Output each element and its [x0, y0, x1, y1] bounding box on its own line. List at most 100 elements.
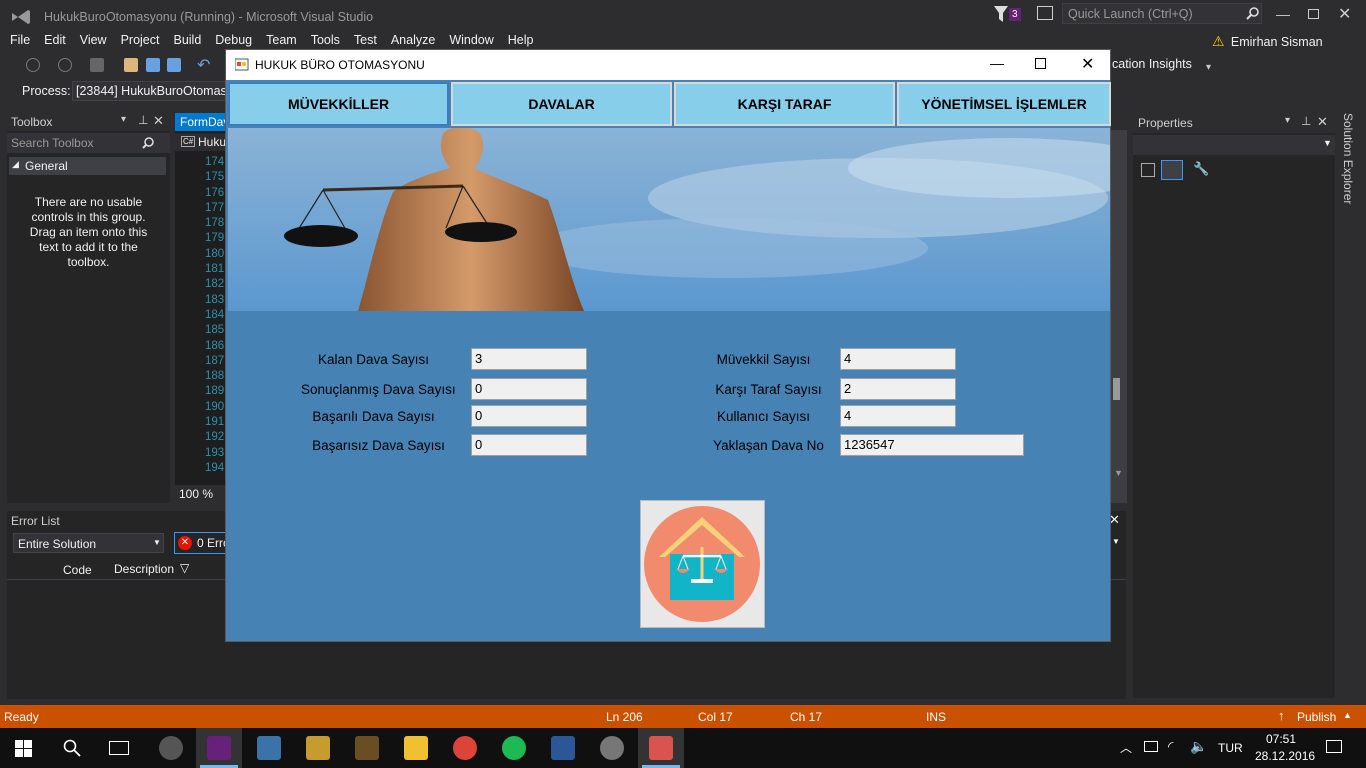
editor-file-nav[interactable]: C# Huku: [175, 133, 227, 151]
tools-icon[interactable]: [355, 736, 379, 760]
publish-menu-icon[interactable]: ▲: [1343, 710, 1352, 720]
app-icon-circle[interactable]: [600, 736, 624, 760]
spotify-icon[interactable]: [502, 736, 526, 760]
menu-team[interactable]: Team: [259, 32, 304, 49]
close-icon[interactable]: ✕: [153, 113, 164, 129]
nav-karsi-taraf-button[interactable]: KARŞI TARAF: [674, 82, 895, 126]
field-yaklasan-dava-no[interactable]: 1236547: [840, 434, 1024, 456]
notification-badge[interactable]: 3: [1009, 8, 1021, 21]
publish-button[interactable]: Publish: [1297, 710, 1336, 724]
menu-project[interactable]: Project: [114, 32, 167, 49]
menu-analyze[interactable]: Analyze: [384, 32, 442, 49]
dropdown-icon[interactable]: ▾: [1285, 115, 1290, 126]
python-icon[interactable]: [257, 736, 281, 760]
menu-build[interactable]: Build: [166, 32, 208, 49]
error-scope-dropdown[interactable]: Entire Solution ▼: [13, 533, 164, 553]
scroll-down-icon[interactable]: ▼: [1114, 468, 1123, 478]
new-project-icon[interactable]: [90, 58, 104, 72]
windows-start-icon[interactable]: [15, 740, 32, 757]
dropdown-icon[interactable]: ▾: [121, 114, 126, 125]
categorized-icon[interactable]: [1141, 163, 1155, 177]
back-icon[interactable]: [26, 58, 40, 72]
notifications-icon[interactable]: [1326, 740, 1342, 753]
alphabetical-icon[interactable]: [1161, 160, 1183, 180]
forward-icon[interactable]: [58, 58, 72, 72]
undo-icon[interactable]: ↶: [197, 55, 210, 75]
zoom-level[interactable]: 100 %: [175, 485, 227, 503]
word-icon[interactable]: [551, 736, 575, 760]
wifi-icon[interactable]: ◜: [1168, 738, 1173, 755]
volume-icon[interactable]: 🔈: [1190, 738, 1207, 755]
clock-date[interactable]: 28.12.2016: [1255, 749, 1315, 763]
editor-tab[interactable]: FormDav: [175, 113, 229, 131]
column-code[interactable]: Code: [63, 563, 92, 577]
field-basarisiz-dava[interactable]: 0: [471, 434, 587, 456]
field-kalan-dava[interactable]: 3: [471, 348, 587, 370]
field-basarili-dava[interactable]: 0: [471, 405, 587, 427]
pin-icon[interactable]: ⊥: [138, 113, 148, 127]
input-language[interactable]: TUR: [1218, 741, 1243, 755]
vs-restore-button[interactable]: [1308, 9, 1319, 19]
editor-scrollbar[interactable]: ▼: [1111, 130, 1127, 503]
field-muvekkil-sayisi[interactable]: 4: [840, 348, 956, 370]
nav-muvekkiller-button[interactable]: MÜVEKKİLLER: [228, 82, 449, 126]
chrome-icon[interactable]: [453, 736, 477, 760]
wrench-icon[interactable]: 🔧: [1193, 161, 1209, 177]
feedback-icon[interactable]: [1037, 6, 1053, 20]
quick-launch-box[interactable]: Quick Launch (Ctrl+Q): [1062, 3, 1262, 24]
close-icon[interactable]: ✕: [1317, 114, 1328, 130]
collapse-triangle-icon: ◢: [12, 159, 19, 169]
vs-close-button[interactable]: ✕: [1338, 4, 1351, 24]
chevron-up-icon[interactable]: ︿: [1120, 739, 1132, 756]
solution-explorer-tab[interactable]: Solution Explorer: [1340, 113, 1360, 213]
menu-tools[interactable]: Tools: [304, 32, 347, 49]
menu-test[interactable]: Test: [347, 32, 384, 49]
maximize-button[interactable]: [1035, 58, 1046, 69]
task-view-icon[interactable]: [109, 741, 129, 755]
line-number: 182: [205, 278, 225, 291]
properties-object-dropdown[interactable]: ▼: [1133, 135, 1335, 155]
clock-time[interactable]: 07:51: [1266, 732, 1296, 746]
minimize-button[interactable]: —: [990, 55, 1004, 71]
nav-yonetimsel-islemler-button[interactable]: YÖNETİMSEL İŞLEMLER: [897, 82, 1111, 126]
save-icon[interactable]: [146, 58, 160, 72]
taskbar-visual-studio[interactable]: [196, 728, 242, 768]
menu-help[interactable]: Help: [501, 32, 541, 49]
open-folder-icon[interactable]: [124, 58, 138, 72]
vs-minimize-button[interactable]: —: [1276, 6, 1290, 22]
field-karsi-taraf-sayisi[interactable]: 2: [840, 378, 956, 400]
toolbar-overflow-icon[interactable]: ▾: [1206, 62, 1211, 73]
error-icon: ✕: [178, 536, 192, 550]
filter-icon[interactable]: [994, 6, 1008, 22]
toolbox-group-general[interactable]: ◢ General: [9, 157, 166, 175]
filter-icon[interactable]: ▽: [180, 561, 189, 575]
pin-icon[interactable]: ⊥: [1301, 114, 1311, 128]
file-explorer-icon[interactable]: [404, 736, 428, 760]
scrollbar-thumb[interactable]: [1113, 378, 1120, 400]
publish-arrow-icon[interactable]: ↑: [1278, 708, 1285, 723]
sublime-icon[interactable]: [306, 736, 330, 760]
chevron-down-icon: ▼: [153, 538, 161, 547]
user-area[interactable]: ⚠ Emirhan Sisman: [1212, 33, 1323, 50]
menu-file[interactable]: File: [0, 32, 37, 49]
menu-view[interactable]: View: [73, 32, 114, 49]
menu-debug[interactable]: Debug: [208, 32, 259, 49]
app-insights-label[interactable]: cation Insights: [1112, 57, 1192, 71]
taskbar-running-app[interactable]: [638, 728, 684, 768]
error-list-title: Error List: [11, 514, 60, 528]
battery-icon[interactable]: [1144, 741, 1158, 752]
menu-window[interactable]: Window: [442, 32, 500, 49]
menu-edit[interactable]: Edit: [37, 32, 73, 49]
process-dropdown[interactable]: [23844] HukukBuroOtomasy: [72, 81, 233, 101]
properties-panel: Properties ▾ ⊥ ✕ ▼ 🔧: [1133, 113, 1335, 698]
column-description[interactable]: Description: [114, 562, 174, 576]
close-button[interactable]: ✕: [1081, 54, 1094, 74]
field-sonuclanmis-dava[interactable]: 0: [471, 378, 587, 400]
chevron-down-icon[interactable]: ▼: [1112, 537, 1120, 546]
nav-davalar-button[interactable]: DAVALAR: [451, 82, 672, 126]
save-all-icon[interactable]: [167, 58, 181, 72]
app-icon-tool[interactable]: [159, 736, 183, 760]
search-icon[interactable]: [63, 739, 81, 757]
field-kullanici-sayisi[interactable]: 4: [840, 405, 956, 427]
toolbox-search[interactable]: Search Toolbox: [7, 133, 170, 153]
